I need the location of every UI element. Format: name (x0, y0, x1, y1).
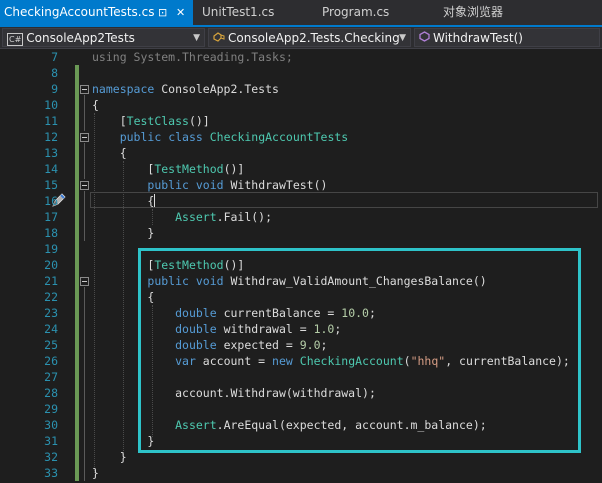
line-number: 15 (44, 178, 58, 192)
brace: } (92, 466, 99, 480)
fold-toggle-withdraw-valid[interactable] (80, 277, 89, 286)
code-line-10: { (92, 97, 99, 113)
method-icon (419, 31, 430, 46)
code-line-33: } (92, 465, 99, 481)
project-name: ConsoleApp2Tests (26, 31, 135, 45)
code-line-17: Assert.Fail(); (92, 209, 272, 225)
member-dropdown[interactable]: WithdrawTest() (414, 28, 600, 47)
line-number: 18 (44, 226, 58, 240)
line-number: 28 (44, 386, 58, 400)
brace: } (147, 226, 155, 240)
code-line-15: public void WithdrawTest() (92, 177, 327, 193)
line-number: 24 (44, 322, 58, 336)
code-line-18: } (92, 225, 154, 241)
chevron-down-icon: ▼ (193, 33, 200, 43)
keyword: public (147, 178, 189, 192)
tab-label: CheckingAccountTests.cs (4, 5, 155, 19)
fold-toggle-namespace[interactable] (80, 85, 89, 94)
line-number: 17 (44, 210, 58, 224)
method-name: WithdrawTest() (223, 178, 328, 192)
line-number: 9 (51, 82, 58, 96)
tab-program[interactable]: Program.cs (322, 0, 389, 25)
document-tab-strip: CheckingAccountTests.cs ⊡ ✕ UnitTest1.cs… (0, 0, 602, 27)
member-name: WithdrawTest() (433, 31, 523, 45)
line-number: 31 (44, 434, 58, 448)
keyword: using (92, 50, 127, 64)
fold-line (84, 287, 85, 481)
tab-unittest1[interactable]: UnitTest1.cs (202, 0, 274, 25)
code-line-12: public class CheckingAccountTests (92, 129, 349, 145)
tab-checkingaccounttests[interactable]: CheckingAccountTests.cs ⊡ ✕ (0, 0, 193, 25)
attribute: TestClass (126, 114, 189, 128)
line-number: 20 (44, 258, 58, 272)
brace: { (92, 98, 99, 112)
chevron-down-icon: ▼ (399, 33, 406, 43)
line-number: 11 (44, 114, 58, 128)
code-text: System.Threading.Tasks; (126, 50, 293, 64)
class-icon (213, 31, 225, 46)
line-number: 13 (44, 146, 58, 160)
line-number: 27 (44, 370, 58, 384)
fold-toggle-class[interactable] (80, 133, 89, 142)
line-number: 10 (44, 98, 58, 112)
brace: { (147, 194, 155, 208)
line-number: 33 (44, 466, 58, 480)
fold-line (84, 95, 85, 131)
code-line-13: { (92, 145, 127, 161)
line-number: 21 (44, 274, 58, 288)
code-text: ()] (223, 162, 245, 176)
code-editor[interactable]: 7 8 9 10 11 12 13 14 15 16 17 18 19 20 2… (0, 49, 602, 483)
fold-toggle-withdrawtest[interactable] (80, 181, 89, 190)
line-number: 8 (51, 66, 58, 80)
csharp-project-icon: C# (7, 33, 24, 46)
change-tracking-bar (75, 65, 79, 481)
fold-line (84, 191, 85, 241)
line-number: 30 (44, 418, 58, 432)
code-text: ConsoleApp2.Tests (154, 82, 279, 96)
line-number: 12 (44, 130, 58, 144)
class-name: ConsoleApp2.Tests.Checking (228, 31, 400, 45)
line-number: 19 (44, 242, 58, 256)
code-line-16: { (92, 193, 154, 209)
code-line-7: using System.Threading.Tasks; (92, 49, 293, 65)
brace: } (119, 450, 127, 464)
class-name: Assert (175, 210, 217, 224)
keyword: public (119, 130, 162, 144)
code-text: [ (119, 114, 127, 128)
pin-icon[interactable]: ⊡ (158, 0, 167, 25)
line-number: 14 (44, 162, 58, 176)
brace: { (119, 146, 127, 160)
line-number: 26 (44, 354, 58, 368)
fold-line (84, 143, 85, 179)
code-text: .Fail(); (216, 210, 273, 224)
code-line-14: [TestMethod()] (92, 161, 244, 177)
keyword: namespace (92, 82, 155, 96)
keyword: class (168, 130, 203, 144)
line-number: 22 (44, 290, 58, 304)
current-line-highlight (90, 192, 598, 208)
code-line-9: namespace ConsoleApp2.Tests (92, 81, 279, 97)
project-dropdown[interactable]: C# ConsoleApp2Tests ▼ (2, 28, 205, 47)
highlight-box (138, 248, 581, 453)
keyword: void (195, 178, 224, 192)
close-icon[interactable]: ✕ (176, 0, 185, 25)
line-number: 25 (44, 338, 58, 352)
code-text: ()] (188, 114, 210, 128)
line-number: 29 (44, 402, 58, 416)
line-number: 7 (51, 50, 58, 64)
tab-object-browser[interactable]: 对象浏览器 (443, 0, 503, 25)
line-number: 16 (44, 194, 58, 208)
class-dropdown[interactable]: ConsoleApp2.Tests.Checking ▼ (208, 28, 411, 47)
code-line-32: } (92, 449, 127, 465)
navigation-bar: C# ConsoleApp2Tests ▼ ConsoleApp2.Tests.C… (0, 27, 602, 49)
class-name: CheckingAccountTests (209, 130, 349, 144)
line-number: 32 (44, 450, 58, 464)
line-number: 23 (44, 306, 58, 320)
attribute: TestMethod (154, 162, 224, 176)
code-line-11: [TestClass()] (92, 113, 210, 129)
